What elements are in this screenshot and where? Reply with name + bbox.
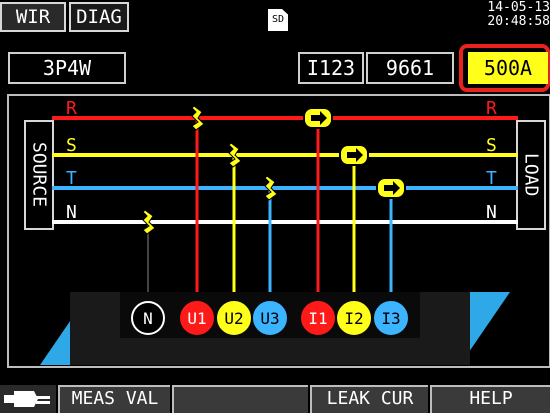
terminal-label: I3 [381, 309, 400, 328]
leak-cur-button[interactable]: LEAK CUR [310, 385, 428, 413]
terminal-label: N [143, 309, 153, 328]
wiring-diagram: R RS ST TN N N U1 U2 U3 I1 I2 I3 [7, 94, 550, 368]
line-label-left: T [66, 168, 77, 189]
line-label-right: R [486, 98, 497, 119]
line-label-left: N [66, 202, 77, 223]
line-label-left: S [66, 135, 77, 156]
line-label-right: N [486, 202, 497, 223]
help-button[interactable]: HELP [430, 385, 550, 413]
terminal-label: U3 [260, 309, 279, 328]
plug-icon[interactable] [0, 385, 56, 413]
line-label-left: R [66, 98, 77, 119]
line-label-right: S [486, 135, 497, 156]
terminal-label: I2 [344, 309, 363, 328]
function-key-2[interactable] [172, 385, 308, 413]
meas-val-button[interactable]: MEAS VAL [58, 385, 170, 413]
terminal-label: I1 [308, 309, 327, 328]
line-label-right: T [486, 168, 497, 189]
terminal-label: U1 [187, 309, 206, 328]
terminal-label: U2 [224, 309, 243, 328]
